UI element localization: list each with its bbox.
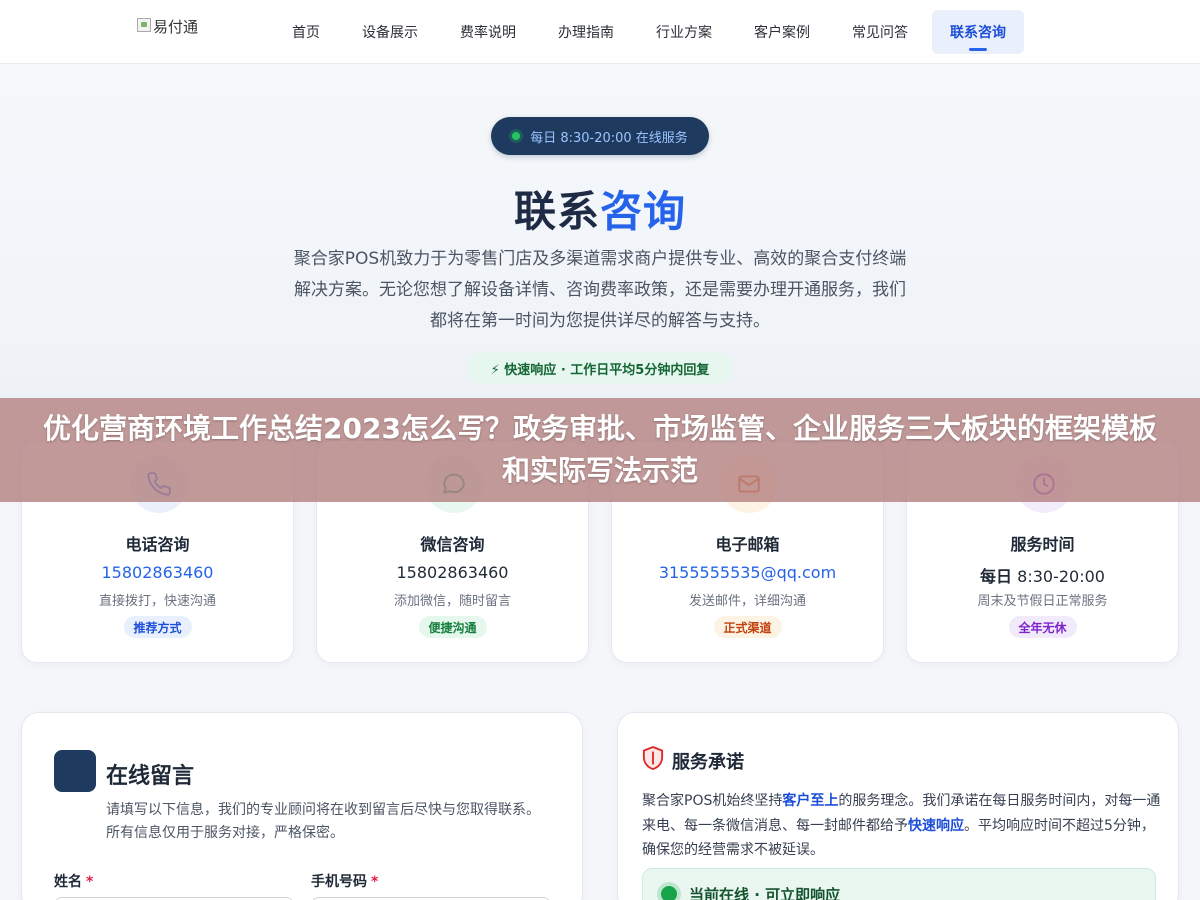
name-label: 姓名 * xyxy=(54,871,93,891)
service-description: 聚合家POS机始终坚持客户至上的服务理念。我们承诺在每日服务时间内，对每一通来电… xyxy=(642,789,1162,863)
online-status-text: 当前在线 · 可立即响应 xyxy=(689,886,841,900)
service-title: 服务承诺 xyxy=(672,752,744,773)
card-subtitle: 周末及节假日正常服务 xyxy=(977,594,1108,609)
hours-range: 8:30-20:00 xyxy=(1017,567,1105,586)
logo-alt-text: 易付通 xyxy=(153,18,199,36)
nav-menu: 首页 设备展示 费率说明 办理指南 行业方案 客户案例 常见问答 联系咨询 xyxy=(274,10,1030,54)
service-text-part: 聚合家POS机始终坚持 xyxy=(642,793,783,809)
nav-item-contact[interactable]: 联系咨询 xyxy=(932,10,1024,54)
hours-prefix: 每日 xyxy=(980,567,1013,586)
card-subtitle: 发送邮件，详细沟通 xyxy=(688,594,806,609)
card-badge: 推荐方式 xyxy=(123,616,192,638)
card-title: 服务时间 xyxy=(1010,535,1075,554)
shield-icon xyxy=(642,746,664,770)
nav-item-cases[interactable]: 客户案例 xyxy=(736,10,828,54)
message-panel: 在线留言 请填写以下信息，我们的专业顾问将在收到留言后尽快与您取得联系。所有信息… xyxy=(21,712,583,900)
phone-label-text: 手机号码 xyxy=(311,874,367,890)
page-title: 联系咨询 xyxy=(0,178,1200,239)
hero-description: 聚合家POS机致力于为零售门店及多渠道需求商户提供专业、高效的聚合支付终端解决方… xyxy=(293,249,907,331)
service-hours-pill: 每日 8:30-20:00 在线服务 xyxy=(491,117,709,155)
card-badge: 便捷沟通 xyxy=(418,616,487,638)
service-emphasis: 客户至上 xyxy=(782,793,839,809)
online-status-box: 当前在线 · 可立即响应 xyxy=(642,868,1156,900)
broken-image-icon xyxy=(137,18,151,32)
card-title: 微信咨询 xyxy=(420,535,485,554)
nav-item-home[interactable]: 首页 xyxy=(274,10,338,54)
message-icon xyxy=(54,750,96,792)
name-label-text: 姓名 xyxy=(54,874,82,890)
quick-response-badge: ⚡ 快速响应 · 工作日平均5分钟内回复 xyxy=(467,352,733,384)
message-title: 在线留言 xyxy=(106,764,195,789)
top-nav: 易付通 首页 设备展示 费率说明 办理指南 行业方案 客户案例 常见问答 联系咨… xyxy=(0,0,1200,64)
message-description: 请填写以下信息，我们的专业顾问将在收到留言后尽快与您取得联系。所有信息仅用于服务… xyxy=(106,802,540,841)
service-panel: 服务承诺 聚合家POS机始终坚持客户至上的服务理念。我们承诺在每日服务时间内，对… xyxy=(617,712,1179,900)
nav-item-rates[interactable]: 费率说明 xyxy=(442,10,534,54)
card-subtitle: 添加微信，随时留言 xyxy=(393,594,511,609)
online-dot-icon xyxy=(512,132,521,140)
logo[interactable]: 易付通 xyxy=(137,16,227,48)
overlay-banner: 优化营商环境工作总结2023怎么写？政务审批、市场监管、企业服务三大板块的框架模… xyxy=(0,398,1200,502)
phone-label: 手机号码 * xyxy=(311,871,378,891)
card-title: 电子邮箱 xyxy=(715,535,780,554)
nav-item-guide[interactable]: 办理指南 xyxy=(540,10,632,54)
overlay-headline: 优化营商环境工作总结2023怎么写？政务审批、市场监管、企业服务三大板块的框架模… xyxy=(43,412,1157,487)
phone-number-link[interactable]: 15802863460 xyxy=(22,563,293,582)
required-mark: * xyxy=(86,874,94,890)
title-accent: 咨询 xyxy=(600,187,687,236)
online-status-icon xyxy=(661,886,677,900)
nav-item-devices[interactable]: 设备展示 xyxy=(344,10,436,54)
service-hours-value: 每日 8:30-20:00 xyxy=(907,563,1178,587)
card-title: 电话咨询 xyxy=(125,535,190,554)
email-link[interactable]: 3155555535@qq.com xyxy=(612,563,883,582)
card-subtitle: 直接拨打，快速沟通 xyxy=(98,594,216,609)
nav-item-faq[interactable]: 常见问答 xyxy=(834,10,926,54)
required-mark: * xyxy=(371,874,379,890)
card-badge: 全年无休 xyxy=(1008,616,1077,638)
wechat-id: 15802863460 xyxy=(396,563,509,582)
service-hours-text: 每日 8:30-20:00 在线服务 xyxy=(530,130,688,146)
service-emphasis: 快速响应 xyxy=(908,817,964,834)
card-badge: 正式渠道 xyxy=(713,616,782,638)
nav-item-solutions[interactable]: 行业方案 xyxy=(638,10,730,54)
title-main: 联系 xyxy=(513,187,600,236)
